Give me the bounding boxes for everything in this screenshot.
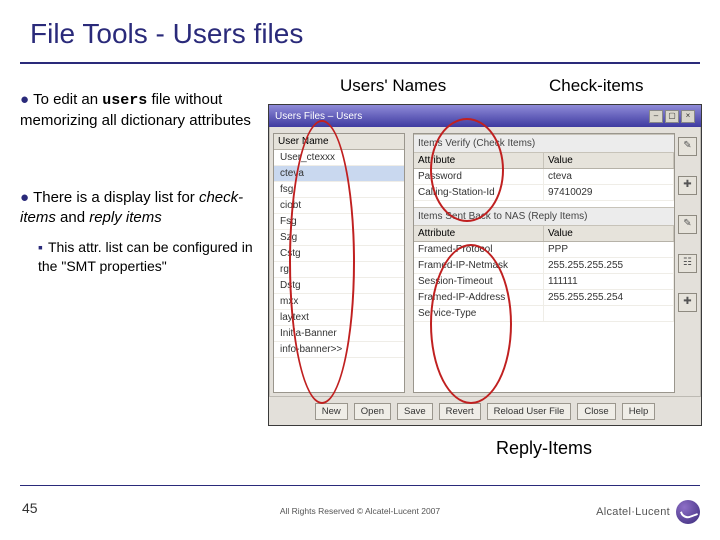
table-row[interactable]: Calling-Station-Id97410029 [414,185,674,201]
user-list-item[interactable]: Dstg [274,278,404,294]
window-titlebar: Users Files – Users –▢× [269,105,701,127]
button-bar: New Open Save Revert Reload User File Close He… [269,396,701,425]
check-section-label: Items Verify (Check Items) [414,134,674,153]
callout-check: Check-items [549,76,643,96]
reload-user-file-button[interactable]: Reload User File [487,403,572,420]
save-button[interactable]: Save [397,403,433,420]
tool-icon[interactable]: ✚ [678,176,697,195]
check-grid-header: Attribute Value [414,153,674,169]
slide-title: File Tools - Users files [30,18,303,50]
screenshot-window: Users Files – Users –▢× User Name User_c… [268,104,702,426]
revert-button[interactable]: Revert [439,403,481,420]
minimize-icon[interactable]: – [649,110,663,123]
open-button[interactable]: Open [354,403,391,420]
table-row[interactable]: Service-Type [414,306,674,322]
tool-icon[interactable]: ✚ [678,293,697,312]
reply-grid-header: Attribute Value [414,226,674,242]
user-list-item[interactable]: info-banner>> [274,342,404,358]
items-pane: Items Verify (Check Items) Attribute Val… [413,133,675,393]
users-header: User Name [274,134,404,150]
brand-text: Alcatel·Lucent [596,506,670,518]
bullet-2: ●There is a display list for check-items… [20,188,265,276]
users-pane: User Name User_ctexxxctevafsgciobtFsgSzg… [273,133,405,393]
window-buttons: –▢× [647,110,695,123]
footer-rule [20,485,700,486]
user-list-item[interactable]: rg [274,262,404,278]
brand-logo: Alcatel·Lucent [596,500,700,524]
user-list-item[interactable]: User_ctexxx [274,150,404,166]
user-list-item[interactable]: Fsg [274,214,404,230]
user-list-item[interactable]: laytext [274,310,404,326]
table-row[interactable]: Framed-IP-Netmask255.255.255.255 [414,258,674,274]
bullet-dot-icon: ● [20,189,29,206]
bullet-dot-icon: ● [20,91,29,108]
table-row[interactable]: Session-Timeout111111 [414,274,674,290]
reply-section-label: Items Sent Back to NAS (Reply Items) [414,207,674,226]
side-tool-buttons: ✎ ✚ ✎ ☷ ✚ [678,137,697,312]
table-row[interactable]: Passwordcteva [414,169,674,185]
callout-reply: Reply-Items [496,438,592,459]
tool-icon[interactable]: ✎ [678,215,697,234]
sub-bullet: ▪This attr. list can be configured in th… [38,238,265,276]
brand-mark-icon [676,500,700,524]
user-list-item[interactable]: Initia-Banner [274,326,404,342]
table-row[interactable]: Framed-IP-Address255.255.255.254 [414,290,674,306]
help-button[interactable]: Help [622,403,656,420]
tool-icon[interactable]: ☷ [678,254,697,273]
tool-icon[interactable]: ✎ [678,137,697,156]
new-button[interactable]: New [315,403,348,420]
user-list-item[interactable]: Szg [274,230,404,246]
close-button[interactable]: Close [577,403,615,420]
user-list-item[interactable]: cteva [274,166,404,182]
user-list-item[interactable]: mxx [274,294,404,310]
bullet-list: ●To edit an users file without memorizin… [20,90,265,276]
square-bullet-icon: ▪ [38,239,43,255]
maximize-icon[interactable]: ▢ [665,110,679,123]
window-title: Users Files – Users [275,111,362,122]
table-row[interactable]: Framed-ProtocolPPP [414,242,674,258]
user-list-item[interactable]: ciobt [274,198,404,214]
title-rule [20,62,700,64]
user-list-item[interactable]: fsg [274,182,404,198]
user-list-item[interactable]: Cstg [274,246,404,262]
close-icon[interactable]: × [681,110,695,123]
bullet-1: ●To edit an users file without memorizin… [20,90,265,132]
callout-users: Users' Names [340,76,446,96]
